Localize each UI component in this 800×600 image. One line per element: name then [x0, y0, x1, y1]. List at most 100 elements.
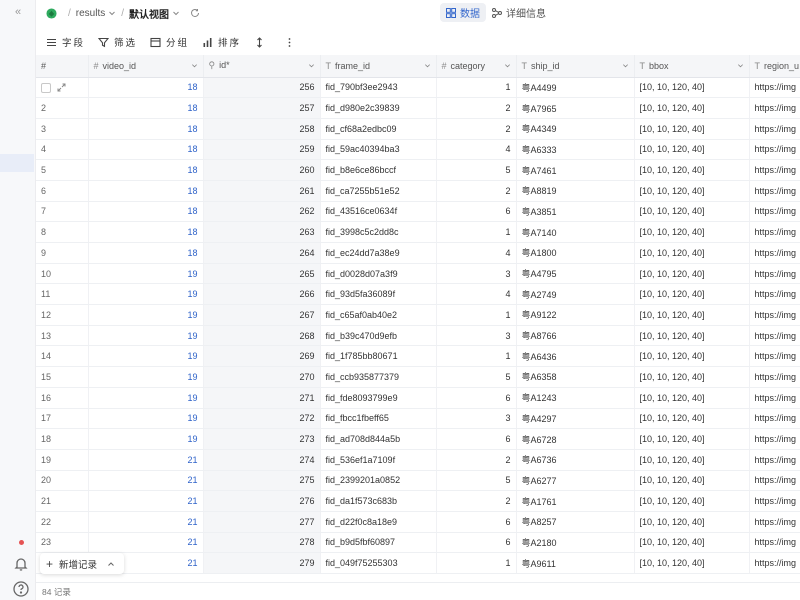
table-row[interactable]: 2 18 257 fid_d980e2c39839 2 粤A7965 [10, 10, 12… [36, 97, 800, 119]
cell-region-url[interactable]: https://img [749, 201, 800, 223]
cell-id[interactable]: 262 [203, 201, 321, 223]
cell-region-url[interactable]: https://img [749, 366, 800, 388]
cell-video-id[interactable]: 19 [88, 283, 204, 306]
help-icon[interactable] [12, 580, 30, 598]
cell-ship-id[interactable]: 粤A4499 [516, 77, 635, 99]
cell-video-id[interactable]: 18 [88, 201, 204, 223]
cell-bbox[interactable]: [10, 10, 120, 40] [634, 345, 750, 368]
cell-frame-id[interactable]: fid_59ac40394ba3 [320, 139, 437, 161]
group-button[interactable]: 分组 [150, 35, 189, 49]
cell-id[interactable]: 276 [203, 490, 321, 512]
cell-ship-id[interactable]: 粤A7461 [516, 159, 635, 181]
cell-ship-id[interactable]: 粤A7965 [516, 97, 635, 119]
cell-id[interactable]: 277 [203, 511, 321, 533]
cell-region-url[interactable]: https://img [749, 139, 800, 161]
table-row[interactable]: 5 18 260 fid_b8e6ce86bccf 5 粤A7461 [10, 10, 12… [36, 159, 800, 181]
cell-region-url[interactable]: https://img [749, 511, 800, 533]
cell-region-url[interactable]: https://img [749, 159, 800, 181]
cell-ship-id[interactable]: 粤A6728 [516, 428, 635, 450]
chevron-down-icon[interactable] [424, 62, 431, 69]
cell-category[interactable]: 6 [436, 511, 517, 533]
cell-bbox[interactable]: [10, 10, 120, 40] [634, 408, 750, 430]
cell-ship-id[interactable]: 粤A8257 [516, 511, 635, 533]
table-row[interactable]: 17 19 272 fid_fbcc1fbeff65 3 粤A4297 [10, 10, 1… [36, 408, 800, 430]
cell-ship-id[interactable]: 粤A2749 [516, 283, 635, 306]
column-header-ship-id[interactable]: Tship_id [516, 55, 635, 78]
filter-button[interactable]: 筛选 [98, 35, 137, 49]
cell-bbox[interactable]: [10, 10, 120, 40] [634, 428, 750, 450]
column-header-video-id[interactable]: # video_id [88, 55, 204, 78]
table-row[interactable]: 10 19 265 fid_d0028d07a3f9 3 粤A4795 [10, 10, 1… [36, 263, 800, 285]
cell-id[interactable]: 258 [203, 118, 321, 140]
cell-id[interactable]: 260 [203, 159, 321, 181]
cell-category[interactable]: 6 [436, 387, 517, 409]
column-header-category[interactable]: # category [436, 55, 517, 78]
chevron-down-icon[interactable] [737, 62, 744, 69]
cell-ship-id[interactable]: 粤A6436 [516, 345, 635, 368]
table-row[interactable]: 8 18 263 fid_3998c5c2dd8c 1 粤A7140 [10, 10, 12… [36, 221, 800, 243]
cell-region-url[interactable]: https://img [749, 263, 800, 285]
cell-frame-id[interactable]: fid_ccb935877379 [320, 366, 437, 388]
chevron-down-icon[interactable] [172, 9, 180, 17]
cell-category[interactable]: 6 [436, 201, 517, 223]
cell-id[interactable]: 275 [203, 470, 321, 492]
cell-bbox[interactable]: [10, 10, 120, 40] [634, 366, 750, 388]
cell-region-url[interactable]: https://img [749, 242, 800, 264]
bell-icon[interactable] [13, 556, 29, 572]
cell-id[interactable]: 278 [203, 532, 321, 554]
cell-bbox[interactable]: [10, 10, 120, 40] [634, 180, 750, 202]
cell-ship-id[interactable]: 粤A3851 [516, 201, 635, 223]
table-row[interactable]: 13 19 268 fid_b39c470d9efb 3 粤A8766 [10, 10, 1… [36, 325, 800, 347]
cell-ship-id[interactable]: 粤A6277 [516, 470, 635, 492]
cell-frame-id[interactable]: fid_536ef1a7109f [320, 449, 437, 471]
cell-id[interactable]: 279 [203, 552, 321, 574]
cell-category[interactable]: 6 [436, 428, 517, 450]
cell-ship-id[interactable]: 粤A4349 [516, 118, 635, 140]
cell-region-url[interactable]: https://img [749, 77, 800, 99]
cell-ship-id[interactable]: 粤A4795 [516, 263, 635, 285]
cell-ship-id[interactable]: 粤A6333 [516, 139, 635, 161]
cell-region-url[interactable]: https://img [749, 387, 800, 409]
cell-frame-id[interactable]: fid_da1f573c683b [320, 490, 437, 512]
cell-region-url[interactable]: https://img [749, 325, 800, 347]
cell-ship-id[interactable]: 粤A1761 [516, 490, 635, 512]
cell-region-url[interactable]: https://img [749, 532, 800, 554]
cell-video-id[interactable]: 19 [88, 345, 204, 368]
cell-category[interactable]: 4 [436, 242, 517, 264]
chevron-down-icon[interactable] [108, 9, 116, 17]
cell-category[interactable]: 5 [436, 366, 517, 388]
cell-frame-id[interactable]: fid_3998c5c2dd8c [320, 221, 437, 243]
table-row[interactable]: 6 18 261 fid_ca7255b51e52 2 粤A8819 [10, 10, 12… [36, 180, 800, 202]
collapse-sidebar-icon[interactable]: « [0, 4, 36, 20]
rail-active-item[interactable] [0, 154, 34, 172]
cell-region-url[interactable]: https://img [749, 304, 800, 326]
cell-frame-id[interactable]: fid_b8e6ce86bccf [320, 159, 437, 181]
breadcrumb-results[interactable]: results [76, 8, 105, 19]
cell-id[interactable]: 273 [203, 428, 321, 450]
table-row[interactable]: 7 18 262 fid_43516ce0634f 6 粤A3851 [10, 10, 12… [36, 201, 800, 223]
cell-frame-id[interactable]: fid_fbcc1fbeff65 [320, 408, 437, 430]
cell-category[interactable]: 2 [436, 180, 517, 202]
cell-region-url[interactable]: https://img [749, 552, 800, 574]
cell-video-id[interactable]: 18 [88, 118, 204, 140]
table-row[interactable]: 2421279fid_049f752553031粤A9611[10, 10, 1… [36, 552, 800, 574]
cell-frame-id[interactable]: fid_ec24dd7a38e9 [320, 242, 437, 264]
column-header-id[interactable]: ⚲ id* [203, 55, 321, 78]
cell-category[interactable]: 1 [436, 552, 517, 574]
cell-video-id[interactable]: 18 [88, 180, 204, 202]
cell-id[interactable]: 257 [203, 97, 321, 119]
cell-video-id[interactable]: 21 [88, 449, 204, 471]
cell-category[interactable]: 1 [436, 77, 517, 99]
cell-region-url[interactable]: https://img [749, 470, 800, 492]
cell-category[interactable]: 1 [436, 345, 517, 368]
cell-ship-id[interactable]: 粤A8766 [516, 325, 635, 347]
cell-category[interactable]: 3 [436, 263, 517, 285]
row-height-button[interactable] [254, 36, 270, 48]
cell-video-id[interactable]: 19 [88, 325, 204, 347]
cell-frame-id[interactable]: fid_fde8093799e9 [320, 387, 437, 409]
tab-data[interactable]: 数据 [440, 3, 486, 22]
cell-frame-id[interactable]: fid_cf68a2edbc09 [320, 118, 437, 140]
cell-bbox[interactable]: [10, 10, 120, 40] [634, 283, 750, 306]
refresh-icon[interactable] [190, 8, 200, 18]
cell-region-url[interactable]: https://img [749, 97, 800, 119]
